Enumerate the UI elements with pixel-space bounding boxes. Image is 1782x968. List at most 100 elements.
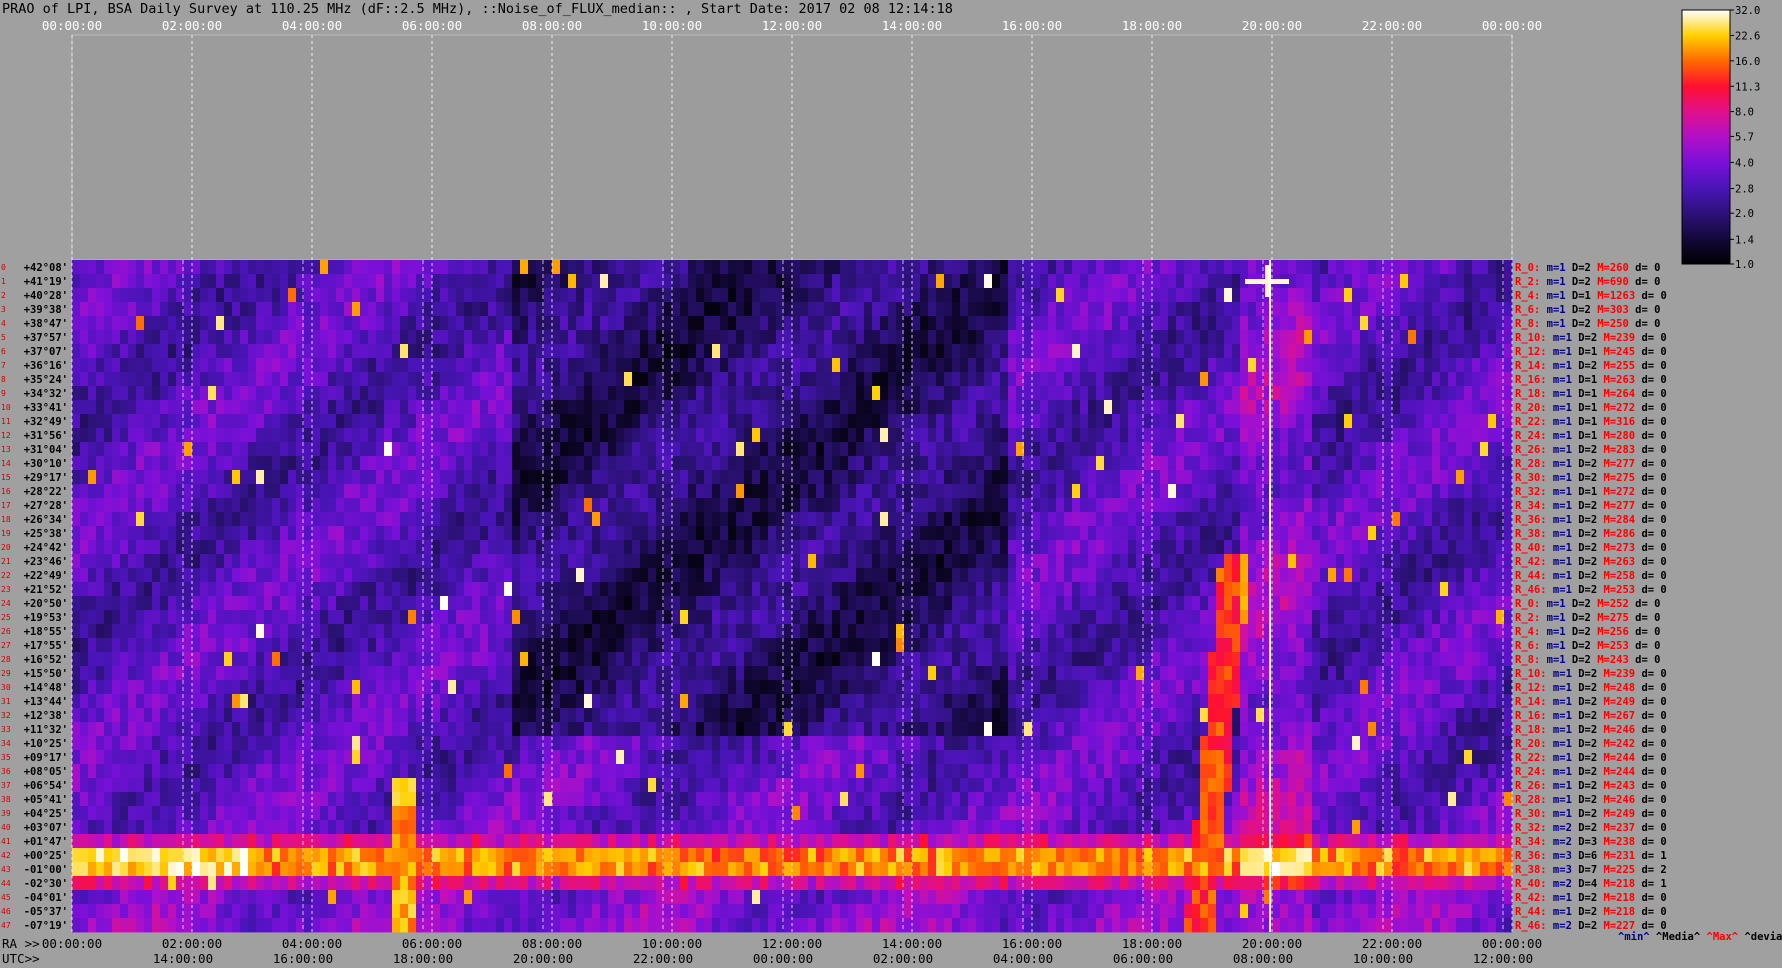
heatmap-cell — [1176, 582, 1185, 597]
heatmap-cell — [1176, 372, 1185, 387]
heatmap-cell — [1088, 638, 1097, 653]
heatmap-cell — [600, 624, 609, 639]
heatmap-cell — [1184, 610, 1193, 625]
heatmap-cell — [672, 596, 681, 611]
heatmap-cell — [1440, 400, 1449, 415]
heatmap-cell — [344, 512, 353, 527]
heatmap-cell — [1416, 372, 1425, 387]
heatmap-cell — [1080, 358, 1089, 373]
heatmap-cell — [544, 358, 553, 373]
heatmap-cell — [120, 316, 129, 331]
heatmap-cell — [920, 330, 929, 345]
heatmap-cell — [520, 638, 529, 653]
heatmap-cell — [1344, 372, 1353, 387]
heatmap-cell — [696, 400, 705, 415]
heatmap-cell — [1504, 414, 1513, 429]
heatmap-cell — [1448, 316, 1457, 331]
heatmap-cell — [1328, 400, 1337, 415]
heatmap-cell — [440, 400, 449, 415]
heatmap-cell — [1312, 484, 1321, 499]
heatmap-cell — [696, 456, 705, 471]
heatmap-cell — [640, 274, 649, 289]
heatmap-cell — [1368, 428, 1377, 443]
heatmap-cell — [1328, 260, 1337, 275]
heatmap-cell — [1464, 274, 1473, 289]
heatmap-cell — [1400, 582, 1409, 597]
heatmap-cell — [136, 442, 145, 457]
heatmap-cell — [192, 512, 201, 527]
heatmap-cell — [1288, 302, 1297, 317]
heatmap-cell — [808, 414, 817, 429]
heatmap-cell — [1072, 456, 1081, 471]
heatmap-cell — [600, 596, 609, 611]
heatmap-cell — [104, 470, 113, 485]
heatmap-cell — [544, 554, 553, 569]
heatmap-cell — [464, 274, 473, 289]
heatmap-cell — [1360, 470, 1369, 485]
heatmap-cell — [1248, 568, 1257, 583]
heatmap-cell — [352, 512, 361, 527]
heatmap-cell — [496, 526, 505, 541]
heatmap-cell — [1184, 358, 1193, 373]
heatmap-cell — [1352, 386, 1361, 401]
heatmap-cell — [480, 288, 489, 303]
heatmap-cell — [832, 330, 841, 345]
heatmap-cell — [720, 358, 729, 373]
heatmap-cell — [152, 400, 161, 415]
heatmap-cell — [648, 288, 657, 303]
heatmap-cell — [464, 554, 473, 569]
heatmap-cell — [952, 358, 961, 373]
heatmap-cell — [1464, 596, 1473, 611]
heatmap-cell — [96, 442, 105, 457]
heatmap-cell — [136, 456, 145, 471]
heatmap-cell — [632, 372, 641, 387]
heatmap-cell — [376, 638, 385, 653]
heatmap-cell — [736, 470, 745, 485]
heatmap-cell — [1472, 610, 1481, 625]
heatmap-cell — [1216, 358, 1225, 373]
heatmap-cell — [448, 526, 457, 541]
heatmap-cell — [272, 624, 281, 639]
heatmap-cell — [1104, 330, 1113, 345]
heatmap-cell — [1384, 372, 1393, 387]
heatmap-cell — [984, 428, 993, 443]
heatmap-cell — [688, 638, 697, 653]
heatmap-cell — [104, 442, 113, 457]
heatmap-cell — [760, 288, 769, 303]
heatmap-cell — [192, 540, 201, 555]
heatmap-cell — [832, 316, 841, 331]
heatmap-cell — [320, 470, 329, 485]
heatmap-cell — [928, 484, 937, 499]
heatmap-cell — [680, 330, 689, 345]
heatmap-cell — [800, 414, 809, 429]
heatmap-cell — [712, 610, 721, 625]
heatmap-cell — [512, 316, 521, 331]
heatmap-cell — [584, 274, 593, 289]
heatmap-cell — [376, 442, 385, 457]
heatmap-cell — [1056, 302, 1065, 317]
heatmap-cell — [128, 624, 137, 639]
heatmap-cell — [704, 428, 713, 443]
heatmap-cell — [1000, 260, 1009, 275]
heatmap-cell — [328, 512, 337, 527]
heatmap-cell — [688, 582, 697, 597]
heatmap-cell — [832, 386, 841, 401]
heatmap-cell — [1088, 260, 1097, 275]
heatmap-cell — [440, 638, 449, 653]
heatmap-cell — [1144, 624, 1153, 639]
heatmap-cell — [328, 330, 337, 345]
heatmap-cell — [800, 358, 809, 373]
heatmap-cell — [112, 386, 121, 401]
heatmap-cell — [184, 302, 193, 317]
heatmap-cell — [1072, 470, 1081, 485]
heatmap-cell — [856, 568, 865, 583]
heatmap-cell — [128, 288, 137, 303]
heatmap-cell — [1472, 428, 1481, 443]
heatmap-cell — [992, 386, 1001, 401]
heatmap-cell — [472, 540, 481, 555]
heatmap-cell — [1312, 288, 1321, 303]
heatmap-cell — [1000, 596, 1009, 611]
heatmap-cell — [128, 596, 137, 611]
heatmap-cell — [952, 400, 961, 415]
heatmap-cell — [120, 358, 129, 373]
